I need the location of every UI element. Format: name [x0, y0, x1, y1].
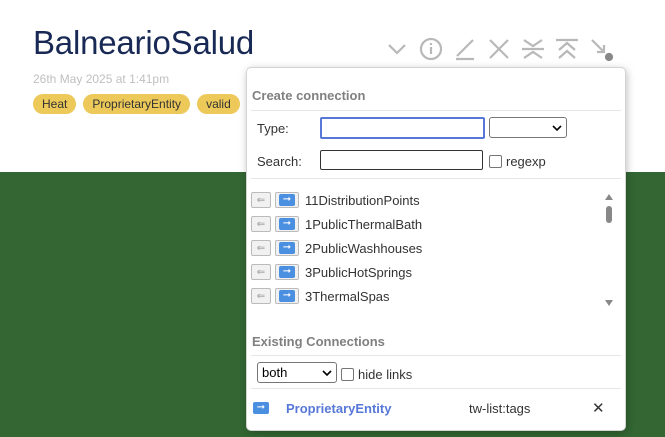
back-link-button[interactable]: ⇐	[251, 240, 271, 256]
list-item: ⇐ ➞ 3PublicHotSprings	[251, 260, 617, 284]
tag-heat[interactable]: Heat	[33, 94, 77, 114]
tag-list: Heat ProprietaryEntity valid	[33, 94, 240, 114]
edit-icon[interactable]	[452, 36, 478, 62]
arrow-right-icon: ➞	[279, 242, 295, 254]
list-item-label[interactable]: 11DistributionPoints	[305, 193, 420, 208]
list-item: ⇐ ➞ 1PublicThermalBath	[251, 212, 617, 236]
type-select[interactable]	[489, 117, 567, 138]
chevron-down-icon	[552, 124, 562, 131]
forward-link-button[interactable]: ➞	[275, 264, 299, 280]
divider	[251, 388, 621, 389]
remove-connection-icon[interactable]: ✕	[592, 399, 605, 417]
forward-link-button[interactable]: ➞	[275, 192, 299, 208]
list-item-label[interactable]: 2PublicWashhouses	[305, 241, 422, 256]
arrow-right-icon: ➞	[279, 194, 295, 206]
connection-field: tw-list:tags	[469, 400, 531, 416]
scroll-down-icon	[605, 300, 613, 306]
hide-links-label: hide links	[358, 367, 413, 382]
scroll-up-icon	[605, 194, 613, 200]
forward-link-button[interactable]: ➞	[275, 216, 299, 232]
regexp-label: regexp	[506, 154, 546, 169]
mode-select-value: both	[262, 365, 288, 380]
forward-link-button[interactable]: ➞	[275, 240, 299, 256]
create-connection-heading: Create connection	[252, 88, 366, 103]
divider	[251, 178, 621, 179]
regexp-checkbox[interactable]	[489, 155, 502, 168]
chevron-down-icon	[322, 369, 332, 376]
fold-icon[interactable]	[554, 36, 580, 62]
info-icon[interactable]	[418, 36, 444, 62]
back-link-button[interactable]: ⇐	[251, 216, 271, 232]
list-item: ⇐ ➞ 2PublicWashhouses	[251, 236, 617, 260]
tiddler-subtitle: 26th May 2025 at 1:41pm	[33, 72, 170, 86]
list-item-label[interactable]: 3ThermalSpas	[305, 289, 390, 304]
existing-connections-heading: Existing Connections	[252, 334, 385, 349]
divider	[251, 355, 621, 356]
hide-links-checkbox[interactable]	[341, 368, 354, 381]
back-link-button[interactable]: ⇐	[251, 288, 271, 304]
tag-valid[interactable]: valid	[197, 94, 240, 114]
back-link-button[interactable]: ⇐	[251, 192, 271, 208]
type-label: Type:	[257, 121, 289, 136]
chevron-down-icon[interactable]	[384, 36, 410, 62]
close-others-icon[interactable]	[520, 36, 546, 62]
connection-name[interactable]: ProprietaryEntity	[286, 401, 391, 416]
list-item: ⇐ ➞ 11DistributionPoints	[251, 188, 617, 212]
scroll-thumb	[606, 206, 612, 223]
arrow-right-icon: ➞	[279, 218, 295, 230]
list-item-label[interactable]: 3PublicHotSprings	[305, 265, 412, 280]
tiddler-title: BalnearioSalud	[33, 24, 255, 61]
regexp-option: regexp	[489, 154, 546, 169]
list-item-label[interactable]: 1PublicThermalBath	[305, 217, 422, 232]
close-icon[interactable]	[486, 36, 512, 62]
forward-link-button[interactable]: ➞	[275, 288, 299, 304]
hide-links-option: hide links	[341, 367, 412, 382]
arrow-right-icon: ➞	[279, 266, 295, 278]
search-label: Search:	[257, 154, 302, 169]
list-item	[251, 308, 617, 310]
tiddler-list: ⇐ ➞ 11DistributionPoints ⇐ ➞ 1PublicTher…	[251, 188, 617, 310]
back-link-button[interactable]: ⇐	[251, 264, 271, 280]
divider	[251, 110, 621, 111]
search-input[interactable]	[320, 150, 483, 170]
connections-popup: Create connection Type: Search: regexp ⇐…	[246, 67, 626, 431]
arrow-right-icon[interactable]: ➞	[253, 402, 269, 414]
arrow-right-icon: ➞	[279, 290, 295, 302]
type-input[interactable]	[320, 117, 485, 139]
link-icon[interactable]	[588, 36, 614, 62]
tiddler-toolbar	[384, 36, 614, 62]
connection-row: ➞ ProprietaryEntity tw-list:tags ✕	[253, 397, 613, 419]
mode-select[interactable]: both	[257, 362, 337, 383]
tag-proprietary-entity[interactable]: ProprietaryEntity	[83, 94, 191, 114]
list-item: ⇐ ➞ 3ThermalSpas	[251, 284, 617, 308]
list-scrollbar[interactable]	[602, 190, 616, 310]
